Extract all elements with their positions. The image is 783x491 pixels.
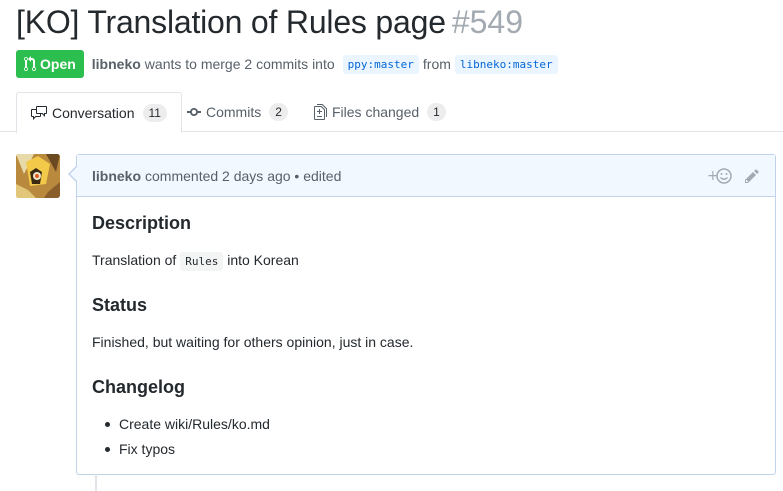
list-item: Create wiki/Rules/ko.md — [105, 416, 270, 432]
description-heading: Description — [92, 213, 192, 233]
tab-commits[interactable]: Commits 2 — [187, 92, 288, 132]
pr-title: [KO] Translation of Rules page — [16, 4, 446, 40]
state-label: Open — [40, 56, 76, 72]
file-diff-icon — [314, 104, 327, 120]
tab-commits-label: Commits — [206, 104, 262, 120]
list-item: Fix typos — [105, 441, 175, 457]
tab-conversation[interactable]: Conversation 11 — [16, 92, 182, 133]
comment-box: libneko commented 2 days ago • edited + … — [68, 154, 776, 475]
comment-discussion-icon — [31, 105, 47, 121]
pr-meta-row: Open libneko wants to merge 2 commits in… — [16, 50, 558, 78]
pr-number: #549 — [451, 4, 523, 40]
from-text: from — [422, 56, 451, 72]
tab-files-changed-count: 1 — [427, 103, 446, 121]
pencil-icon[interactable] — [745, 168, 759, 184]
changelog-heading: Changelog — [92, 377, 185, 397]
merge-text: wants to merge 2 commits into — [144, 56, 335, 72]
comment-meta[interactable]: commented 2 days ago • edited — [145, 168, 341, 184]
description-text: Translation of Rules into Korean — [92, 252, 299, 271]
tab-conversation-label: Conversation — [52, 105, 135, 121]
author-link[interactable]: libneko — [92, 56, 141, 72]
head-branch[interactable]: libneko:master — [454, 54, 558, 74]
pr-title-row: [KO] Translation of Rules page #549 — [16, 4, 523, 41]
state-badge: Open — [16, 50, 84, 78]
pr-tabs: Conversation 11 Commits 2 Files changed … — [0, 92, 783, 133]
tab-files-changed-label: Files changed — [332, 104, 420, 120]
timeline-line — [95, 474, 97, 491]
tab-conversation-count: 11 — [142, 104, 167, 122]
comment-author[interactable]: libneko — [92, 168, 141, 184]
status-text: Finished, but waiting for others opinion… — [92, 334, 414, 350]
rules-code: Rules — [180, 252, 224, 271]
add-reaction-icon[interactable]: + — [707, 167, 733, 185]
tab-commits-count: 2 — [269, 103, 288, 121]
tab-files-changed[interactable]: Files changed 1 — [314, 92, 446, 132]
base-branch[interactable]: ppy:master — [342, 54, 419, 74]
avatar[interactable] — [16, 154, 60, 198]
comment-header: libneko commented 2 days ago • edited + — [77, 155, 775, 197]
git-commit-icon — [187, 104, 201, 120]
status-heading: Status — [92, 295, 148, 315]
git-pull-request-icon — [24, 56, 36, 72]
